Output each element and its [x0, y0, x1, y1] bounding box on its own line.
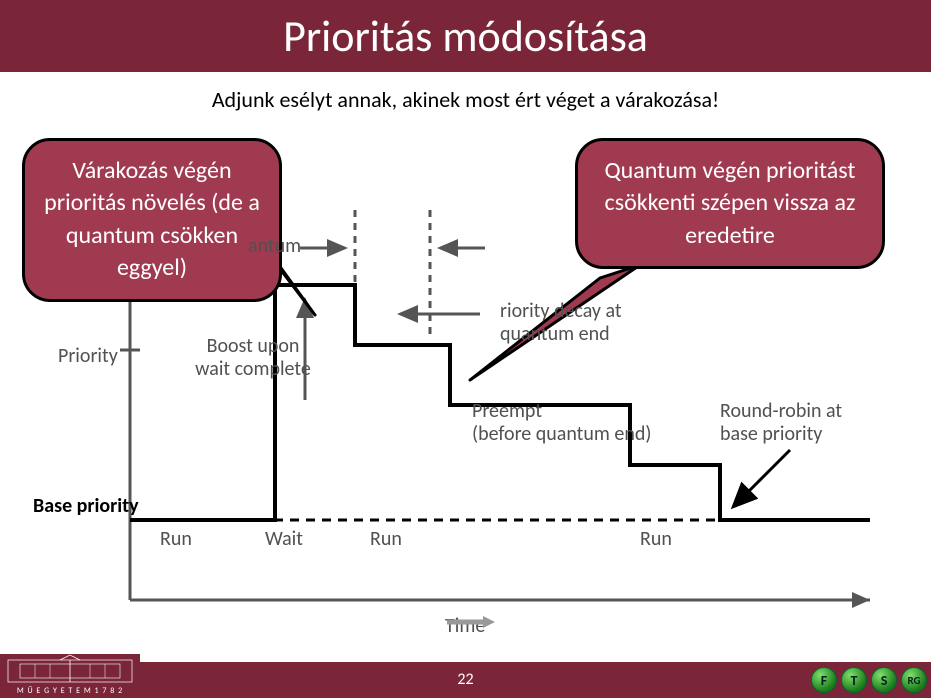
- callout-quantum-decay: Quantum végén prioritást csökkenti szépe…: [575, 138, 885, 269]
- page-title: Prioritás módosítása: [0, 0, 931, 72]
- label-preempt: Preempt (before quantum end): [472, 400, 651, 446]
- label-time: Time: [445, 615, 485, 638]
- priority-diagram: Várakozás végén prioritás növelés (de a …: [0, 120, 931, 650]
- badge-s: S: [871, 667, 897, 693]
- label-roundrobin: Round-robin at base priority: [720, 400, 842, 446]
- badge-t: T: [841, 667, 867, 693]
- label-base-priority: Base priority: [33, 495, 139, 518]
- label-boost-text: Boost upon wait complete: [195, 334, 311, 381]
- label-run3: Run: [640, 528, 672, 551]
- label-roundrobin-line2: base priority: [720, 422, 822, 446]
- label-run1: Run: [160, 528, 192, 551]
- label-wait: Wait: [265, 528, 303, 551]
- callout-wait-boost: Várakozás végén prioritás növelés (de a …: [22, 138, 282, 302]
- label-quantum: antum: [248, 235, 301, 258]
- badge-f: F: [811, 667, 837, 693]
- label-decay-line2: quantum end: [500, 322, 610, 346]
- footer-left-text: M Ű E G Y E T E M 1 7 8 2: [0, 686, 140, 696]
- footer-badges: F T S RG: [807, 664, 927, 696]
- label-preempt-line1: Preempt: [472, 399, 542, 423]
- label-base-priority-text: Base priority: [33, 494, 139, 518]
- page-number: 22: [457, 670, 473, 689]
- label-preempt-line2: (before quantum end): [472, 422, 651, 446]
- footer-logo-left: M Ű E G Y E T E M 1 7 8 2: [0, 654, 140, 698]
- label-run2: Run: [370, 528, 402, 551]
- label-decay-line1: riority decay at: [500, 299, 622, 323]
- label-roundrobin-line1: Round-robin at: [720, 399, 842, 423]
- label-priority-axis: Priority: [58, 345, 118, 368]
- badge-rg: RG: [901, 667, 927, 693]
- subtitle: Adjunk esélyt annak, akinek most ért vég…: [0, 86, 931, 113]
- label-decay: riority decay at quantum end: [500, 300, 622, 346]
- label-boost: Boost upon wait complete: [188, 335, 318, 381]
